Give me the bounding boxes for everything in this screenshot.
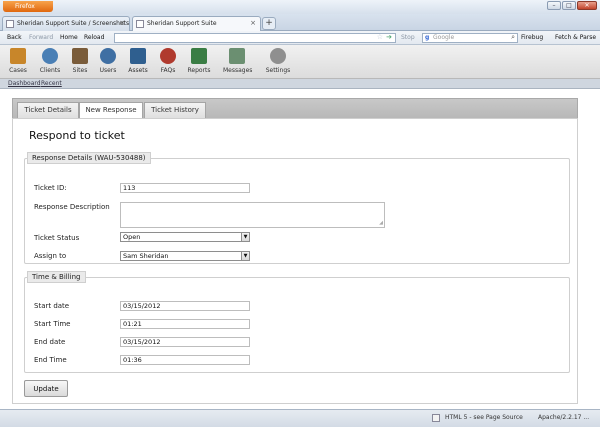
back-button[interactable]: Back (7, 34, 22, 41)
page-title: Respond to ticket (29, 129, 125, 142)
response-details-fieldset: Response Details (WAU-530488) Ticket ID:… (24, 152, 570, 264)
response-panel: Respond to ticket Response Details (WAU-… (12, 118, 578, 404)
messages-icon (229, 48, 245, 64)
response-description-textarea[interactable]: ◢ (120, 202, 385, 228)
sites-icon (72, 48, 88, 64)
ticket-status-value: Open (123, 233, 141, 241)
end-date-field[interactable]: 03/15/2012 (120, 337, 250, 347)
url-bar[interactable]: ☆ ➔ (114, 33, 396, 43)
main-content: Ticket Details New Response Ticket Histo… (0, 89, 600, 409)
window-controls: – □ ✕ (547, 1, 597, 10)
assign-to-value: Sam Sheridan (123, 252, 169, 260)
toolbar-label: Users (99, 67, 117, 74)
start-date-label: Start date (34, 302, 70, 310)
start-date-field[interactable]: 03/15/2012 (120, 301, 250, 311)
app-toolbar: Cases Clients Sites Users Assets FAQs Re… (0, 45, 600, 79)
ticket-id-field[interactable]: 113 (120, 183, 250, 193)
toolbar-assets[interactable]: Assets (124, 48, 152, 74)
assign-to-label: Assign to (34, 252, 67, 260)
browser-tab-label: Sheridan Support Suite / Screenshots (17, 20, 130, 27)
restore-button[interactable]: □ (562, 1, 576, 10)
stop-button[interactable]: Stop (401, 34, 415, 41)
ticket-status-label: Ticket Status (34, 234, 80, 242)
toolbar-clients[interactable]: Clients (36, 48, 64, 74)
toolbar-messages[interactable]: Messages (223, 48, 253, 74)
page-favicon-icon (6, 20, 14, 28)
cases-icon (10, 48, 26, 64)
browser-tab-strip: Sheridan Support Suite / Screenshots × S… (0, 14, 600, 31)
bookmark-star-icon[interactable]: ☆ (377, 33, 383, 41)
dashboard-link[interactable]: Dashboard (8, 80, 41, 87)
response-details-legend: Response Details (WAU-530488) (27, 152, 151, 164)
tab-close-icon[interactable]: × (250, 17, 256, 30)
browser-tab-label: Sheridan Support Suite (147, 20, 217, 27)
search-placeholder: Google (433, 34, 455, 41)
fetch-parse-button[interactable]: Fetch & Parse (555, 34, 596, 41)
recent-link[interactable]: Recent (41, 80, 62, 87)
toolbar-sites[interactable]: Sites (66, 48, 94, 74)
start-time-label: Start Time (34, 320, 71, 328)
toolbar-label: Reports (187, 67, 211, 74)
ticket-status-select[interactable]: Open ▼ (120, 232, 250, 242)
toolbar-users[interactable]: Users (94, 48, 122, 74)
minimize-button[interactable]: – (547, 1, 561, 10)
toolbar-cases[interactable]: Cases (4, 48, 32, 74)
assign-to-select[interactable]: Sam Sheridan ▼ (120, 251, 250, 261)
tab-ticket-details[interactable]: Ticket Details (17, 102, 79, 119)
tab-ticket-history[interactable]: Ticket History (144, 102, 206, 119)
search-input[interactable]: g Google ⌕ (422, 33, 518, 43)
toolbar-label: Messages (223, 67, 253, 74)
server-status: Apache/2.2.17 ... (538, 414, 590, 421)
magnifier-icon[interactable]: ⌕ (511, 33, 515, 41)
browser-titlebar: Firefox – □ ✕ (0, 0, 600, 14)
ticket-tabs: Ticket Details New Response Ticket Histo… (12, 98, 578, 120)
browser-status-bar: HTML 5 - see Page Source Apache/2.2.17 .… (0, 409, 600, 427)
settings-gear-icon (270, 48, 286, 64)
response-description-label: Response Description (34, 203, 110, 211)
dropdown-arrow-icon[interactable]: ▼ (241, 233, 249, 241)
go-arrow-icon[interactable]: ➔ (386, 33, 392, 41)
toolbar-label: Settings (265, 67, 291, 74)
assets-icon (130, 48, 146, 64)
faqs-icon (160, 48, 176, 64)
google-search-icon: g (425, 34, 430, 41)
firebug-button[interactable]: Firebug (521, 34, 543, 41)
firefox-menu-button[interactable]: Firefox (3, 1, 53, 12)
toolbar-label: Assets (128, 67, 148, 74)
end-date-label: End date (34, 338, 66, 346)
reload-button[interactable]: Reload (84, 34, 104, 41)
forward-button[interactable]: Forward (29, 34, 53, 41)
dropdown-arrow-icon[interactable]: ▼ (241, 252, 249, 260)
browser-nav-bar: Back Forward Home Reload ☆ ➔ Stop g Goog… (0, 31, 600, 45)
toolbar-label: Sites (72, 67, 88, 74)
new-tab-button[interactable]: + (262, 17, 276, 30)
end-time-field[interactable]: 01:36 (120, 355, 250, 365)
time-billing-fieldset: Time & Billing Start date 03/15/2012 Sta… (24, 271, 570, 373)
time-billing-legend: Time & Billing (27, 271, 86, 283)
toolbar-label: FAQs (160, 67, 176, 74)
browser-tab-screenshots[interactable]: Sheridan Support Suite / Screenshots × (2, 16, 130, 31)
ticket-id-label: Ticket ID: (34, 184, 67, 192)
html5-icon (432, 414, 440, 422)
start-time-field[interactable]: 01:21 (120, 319, 250, 329)
toolbar-label: Cases (9, 67, 27, 74)
toolbar-faqs[interactable]: FAQs (154, 48, 182, 74)
quick-links-bar: Dashboard Recent (0, 79, 600, 89)
reports-icon (191, 48, 207, 64)
toolbar-settings[interactable]: Settings (264, 48, 292, 74)
toolbar-label: Clients (39, 67, 61, 74)
browser-tab-support-suite[interactable]: Sheridan Support Suite × (132, 16, 261, 31)
users-icon (100, 48, 116, 64)
html5-status: HTML 5 - see Page Source (445, 414, 523, 421)
end-time-label: End Time (34, 356, 67, 364)
resize-grip-icon[interactable]: ◢ (379, 219, 383, 227)
update-button[interactable]: Update (24, 380, 68, 397)
toolbar-reports[interactable]: Reports (185, 48, 213, 74)
page-favicon-icon (136, 20, 144, 28)
close-window-button[interactable]: ✕ (577, 1, 597, 10)
clients-icon (42, 48, 58, 64)
home-button[interactable]: Home (60, 34, 78, 41)
tab-close-icon[interactable]: × (119, 17, 125, 30)
